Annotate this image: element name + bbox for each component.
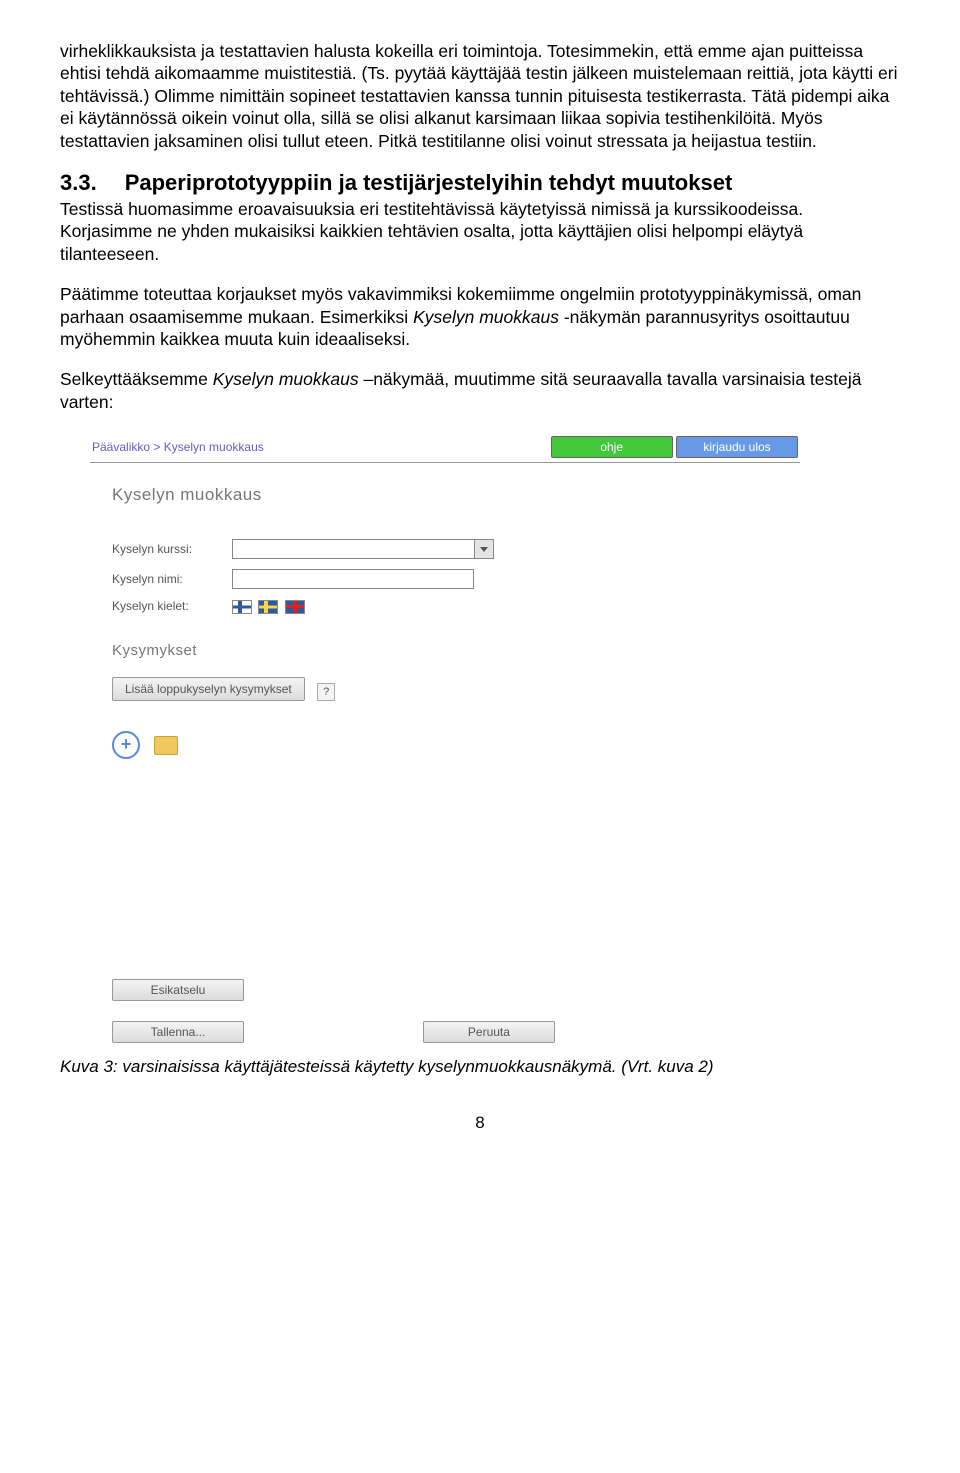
row-lang: Kyselyn kielet:: [112, 599, 800, 614]
paragraph-2: Testissä huomasimme eroavaisuuksia eri t…: [60, 198, 900, 265]
row-course: Kyselyn kurssi:: [112, 539, 800, 559]
flag-fi-icon[interactable]: [232, 600, 252, 614]
paragraph-1: virheklikkauksista ja testattavien halus…: [60, 40, 900, 152]
mock-title: Kyselyn muokkaus: [112, 485, 800, 505]
flag-uk-icon[interactable]: [285, 600, 305, 614]
label-lang: Kyselyn kielet:: [112, 599, 232, 613]
paragraph-4a: Selkeyttääksemme: [60, 369, 213, 389]
mock-subheading: Kysymykset: [112, 642, 800, 659]
cancel-button[interactable]: Peruuta: [423, 1021, 555, 1043]
mock-footer: Esikatselu Tallenna... Peruuta: [112, 979, 800, 1043]
help-icon[interactable]: ?: [317, 683, 335, 701]
section-heading: 3.3. Paperiprototyyppiin ja testijärjest…: [60, 170, 900, 196]
preview-button[interactable]: Esikatselu: [112, 979, 244, 1001]
label-name: Kyselyn nimi:: [112, 572, 232, 586]
breadcrumb: Päävalikko > Kyselyn muokkaus: [92, 440, 264, 454]
save-button[interactable]: Tallenna...: [112, 1021, 244, 1043]
folder-icon[interactable]: [154, 736, 178, 755]
add-icon[interactable]: +: [112, 731, 140, 759]
language-flags[interactable]: [232, 599, 308, 614]
add-final-questions-button[interactable]: Lisää loppukyselyn kysymykset: [112, 677, 305, 701]
paragraph-3-italic: Kyselyn muokkaus: [413, 307, 559, 327]
paragraph-4-italic: Kyselyn muokkaus: [213, 369, 359, 389]
label-course: Kyselyn kurssi:: [112, 542, 232, 556]
paragraph-3: Päätimme toteuttaa korjaukset myös vakav…: [60, 283, 900, 350]
embedded-screenshot: Päävalikko > Kyselyn muokkaus ohje kirja…: [90, 433, 800, 1043]
section-number: 3.3.: [60, 170, 97, 196]
row-name: Kyselyn nimi:: [112, 569, 800, 589]
course-dropdown[interactable]: [232, 539, 494, 559]
mock-header: Päävalikko > Kyselyn muokkaus ohje kirja…: [90, 433, 800, 463]
page-number: 8: [60, 1113, 900, 1133]
paragraph-4: Selkeyttääksemme Kyselyn muokkaus –näkym…: [60, 368, 900, 413]
name-input[interactable]: [232, 569, 474, 589]
add-row: +: [112, 731, 800, 759]
section-title: Paperiprototyyppiin ja testijärjestelyih…: [125, 170, 733, 196]
figure-caption: Kuva 3: varsinaisissa käyttäjätesteissä …: [60, 1057, 900, 1077]
flag-se-icon[interactable]: [258, 600, 278, 614]
help-button[interactable]: ohje: [551, 436, 673, 458]
logout-button[interactable]: kirjaudu ulos: [676, 436, 798, 458]
